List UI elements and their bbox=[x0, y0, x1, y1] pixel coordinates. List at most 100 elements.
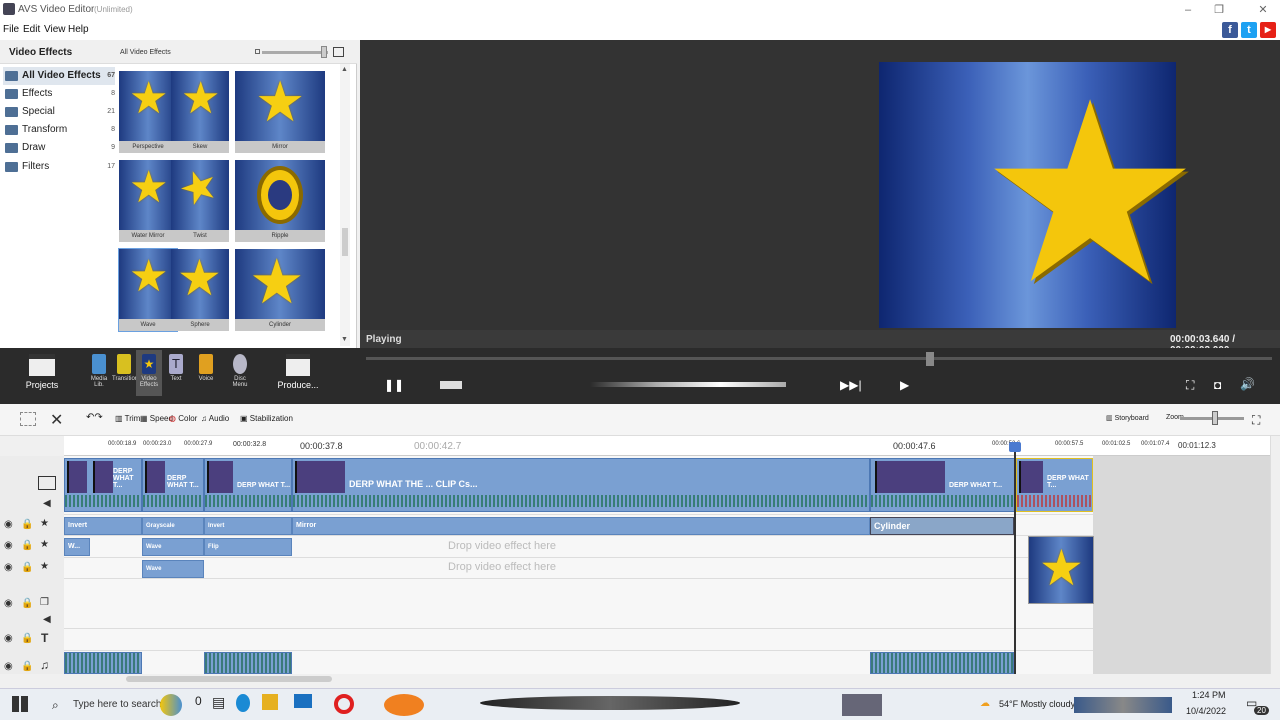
effect-thumb-sphere[interactable]: ★ Sphere bbox=[171, 249, 229, 331]
audio-mute-icon[interactable]: ◀ bbox=[43, 614, 51, 625]
video-clip[interactable]: DERP WHAT T... bbox=[870, 458, 1016, 512]
effect-thumb-wave[interactable]: ★ Wave bbox=[118, 248, 178, 332]
avs-app-icon[interactable] bbox=[384, 694, 424, 716]
menu-view[interactable]: View bbox=[44, 24, 66, 35]
effects-scrollbar[interactable] bbox=[340, 64, 350, 346]
storyboard-button[interactable]: ▥ Storyboard bbox=[1106, 414, 1149, 422]
video-clip[interactable]: DERP WHAT THE ... CLIP Cs... bbox=[292, 458, 870, 512]
media-library-button[interactable]: Media Lib. bbox=[86, 354, 112, 388]
play-icon[interactable]: ▶ bbox=[900, 378, 909, 392]
start-button-icon[interactable] bbox=[12, 696, 28, 712]
mail-icon[interactable] bbox=[294, 694, 312, 708]
thumbnail-size-slider[interactable] bbox=[262, 51, 328, 54]
weather-text[interactable]: 54°F Mostly cloudy bbox=[999, 699, 1075, 709]
produce-button[interactable]: Produce... bbox=[274, 354, 322, 390]
projects-button[interactable]: Projects bbox=[22, 354, 62, 390]
lock-icon[interactable]: 🔒 bbox=[21, 633, 33, 644]
visibility-eye-icon[interactable]: ◉ bbox=[4, 562, 13, 573]
transitions-button[interactable]: Transitions bbox=[112, 354, 141, 382]
visibility-eye-icon[interactable]: ◉ bbox=[4, 598, 13, 609]
effect-clip[interactable]: Invert bbox=[64, 517, 142, 535]
fullscreen-icon[interactable]: ⛶ bbox=[1186, 378, 1194, 393]
video-effects-button[interactable]: ★ Video Effects bbox=[136, 350, 162, 396]
lock-icon[interactable]: 🔒 bbox=[21, 661, 33, 672]
category-draw[interactable]: Draw 9 bbox=[3, 139, 115, 157]
lock-icon[interactable]: 🔒 bbox=[21, 598, 33, 609]
snapshot-icon[interactable]: ◘ bbox=[1214, 378, 1221, 392]
taskbar-app-icon[interactable] bbox=[842, 694, 882, 716]
file-explorer-icon[interactable] bbox=[262, 694, 278, 710]
category-transform[interactable]: Transform 8 bbox=[3, 121, 115, 139]
timeline-zoom-knob[interactable] bbox=[1212, 411, 1218, 425]
effect-thumb-cylinder[interactable]: ★ Cylinder bbox=[235, 249, 325, 331]
pause-icon[interactable]: ❚❚ bbox=[384, 378, 404, 392]
minimize-button[interactable]: – bbox=[1180, 2, 1196, 18]
effect-clip[interactable]: Wave bbox=[142, 560, 204, 578]
category-all-video-effects[interactable]: All Video Effects 67 bbox=[3, 67, 115, 85]
edge-icon[interactable] bbox=[236, 694, 250, 712]
system-tray-icons[interactable] bbox=[1074, 697, 1172, 713]
audio-clip[interactable] bbox=[204, 652, 292, 674]
select-area-icon[interactable] bbox=[20, 412, 36, 426]
voice-button[interactable]: Voice bbox=[194, 354, 218, 382]
video-clip[interactable]: DERP WHAT T... bbox=[204, 458, 292, 512]
effect-thumb-ripple[interactable]: Ripple bbox=[235, 160, 325, 242]
video-clip[interactable]: DERP WHAT T... bbox=[142, 458, 204, 512]
menu-help[interactable]: Help bbox=[68, 24, 89, 35]
widgets-icon[interactable]: ▤ bbox=[212, 694, 225, 711]
lock-icon[interactable]: 🔒 bbox=[21, 562, 33, 573]
effect-thumb-twist[interactable]: ★ Twist bbox=[171, 160, 229, 242]
close-button[interactable]: ✕ bbox=[1255, 2, 1271, 18]
video-clip-selected[interactable]: DERP WHAT T... bbox=[1016, 458, 1093, 512]
delete-icon[interactable]: ✕ bbox=[50, 410, 63, 430]
effect-clip[interactable]: W... bbox=[64, 538, 90, 556]
audio-mute-icon[interactable]: ◀ bbox=[43, 498, 51, 509]
playhead[interactable] bbox=[1014, 446, 1016, 676]
text-button[interactable]: T Text bbox=[164, 354, 188, 382]
opera-icon[interactable] bbox=[334, 694, 354, 714]
effect-clip[interactable]: Wave bbox=[142, 538, 204, 556]
effect-thumb-water-mirror[interactable]: ★ Water Mirror bbox=[119, 160, 177, 242]
menu-file[interactable]: File bbox=[3, 24, 19, 35]
cortana-icon[interactable] bbox=[160, 694, 182, 716]
category-filters[interactable]: Filters 17 bbox=[3, 158, 115, 176]
effect-thumb-mirror[interactable]: ★ Mirror bbox=[235, 71, 325, 153]
visibility-eye-icon[interactable]: ◉ bbox=[4, 540, 13, 551]
lock-icon[interactable]: 🔒 bbox=[21, 519, 33, 530]
fit-timeline-icon[interactable]: ⛶ bbox=[1252, 413, 1260, 428]
playback-speed-slider[interactable] bbox=[590, 382, 786, 387]
effect-clip[interactable]: Mirror bbox=[292, 517, 870, 535]
disc-menu-button[interactable]: Disc Menu bbox=[226, 354, 254, 388]
undo-icon[interactable]: ↶↷ bbox=[86, 412, 103, 423]
youtube-icon[interactable]: ▶ bbox=[1260, 22, 1276, 38]
effect-thumb-perspective[interactable]: ★ Perspective bbox=[119, 71, 177, 153]
effect-clip[interactable]: Grayscale bbox=[142, 517, 204, 535]
category-effects[interactable]: Effects 8 bbox=[3, 85, 115, 103]
seek-knob[interactable] bbox=[926, 352, 934, 366]
stabilization-button[interactable]: ▣ Stabilization bbox=[240, 414, 293, 423]
timeline-scroll-thumb[interactable] bbox=[126, 676, 332, 682]
color-button[interactable]: ◍ Color bbox=[169, 414, 197, 423]
seek-bar[interactable] bbox=[366, 357, 1272, 360]
thumbnail-size-knob[interactable] bbox=[321, 46, 327, 58]
lock-icon[interactable]: 🔒 bbox=[21, 540, 33, 551]
visibility-eye-icon[interactable]: ◉ bbox=[4, 633, 13, 644]
restore-button[interactable]: ❐ bbox=[1211, 2, 1227, 18]
twitter-icon[interactable]: t bbox=[1241, 22, 1257, 38]
audio-button[interactable]: ♫ Audio bbox=[201, 414, 229, 423]
playhead-handle[interactable] bbox=[1009, 442, 1021, 452]
audio-clip[interactable] bbox=[870, 652, 1014, 674]
effect-thumb-skew[interactable]: ★ Skew bbox=[171, 71, 229, 153]
stop-button[interactable] bbox=[440, 381, 462, 389]
trim-button[interactable]: ▥ Trim bbox=[115, 414, 140, 423]
effect-clip[interactable]: Flip bbox=[204, 538, 292, 556]
facebook-icon[interactable]: f bbox=[1222, 22, 1238, 38]
speed-button[interactable]: ▦ Speed bbox=[140, 414, 173, 423]
scroll-down-icon[interactable]: ▼ bbox=[341, 336, 348, 343]
task-view-icon[interactable]: 0 bbox=[195, 694, 202, 708]
visibility-eye-icon[interactable]: ◉ bbox=[4, 661, 13, 672]
next-frame-icon[interactable]: ▶▶| bbox=[840, 378, 862, 392]
effect-clip[interactable]: Invert bbox=[204, 517, 292, 535]
menu-edit[interactable]: Edit bbox=[23, 24, 40, 35]
audio-clip[interactable] bbox=[64, 652, 142, 674]
